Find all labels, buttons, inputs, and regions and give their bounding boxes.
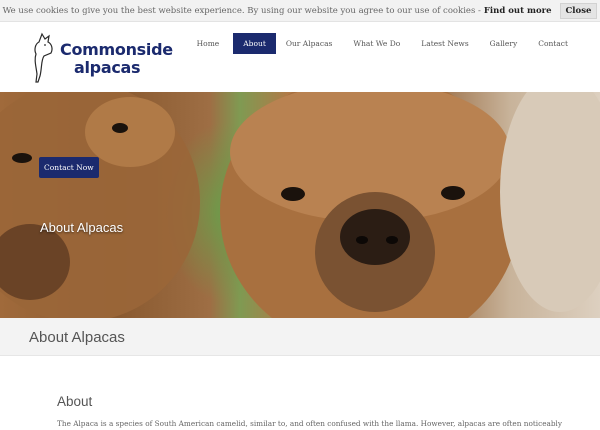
nav-what-we-do[interactable]: What We Do	[353, 34, 400, 53]
about-heading: About	[57, 394, 93, 409]
hero-title: About Alpacas	[40, 220, 124, 235]
cookie-message: We use cookies to give you the best webs…	[2, 5, 481, 16]
site-header: Commonside alpacas Home About Our Alpaca…	[0, 22, 600, 92]
nav-gallery[interactable]: Gallery	[490, 34, 518, 53]
about-paragraph: The Alpaca is a species of South America…	[57, 419, 563, 428]
nav-our-alpacas[interactable]: Our Alpacas	[286, 34, 333, 53]
site-logo[interactable]: Commonside alpacas	[30, 30, 173, 86]
cookie-find-out-more-link[interactable]: Find out more	[484, 6, 552, 16]
page-title: About Alpacas	[29, 329, 125, 346]
nav-contact[interactable]: Contact	[538, 34, 568, 53]
cookie-banner: We use cookies to give you the best webs…	[0, 0, 600, 22]
main-nav: Home About Our Alpacas What We Do Latest…	[176, 33, 568, 54]
page-title-bar: About Alpacas	[0, 318, 600, 356]
nav-home[interactable]: Home	[197, 34, 220, 53]
logo-text-commonside: Commonside	[60, 40, 173, 59]
nav-about[interactable]: About	[233, 33, 276, 54]
alpaca-photo-image	[0, 92, 600, 318]
cookie-close-button[interactable]: Close	[559, 2, 598, 19]
nav-latest-news[interactable]: Latest News	[421, 34, 468, 53]
hero-banner: About Alpacas	[0, 92, 600, 318]
logo-text-alpacas: alpacas	[74, 58, 141, 77]
contact-now-button[interactable]: Contact Now	[39, 157, 99, 178]
